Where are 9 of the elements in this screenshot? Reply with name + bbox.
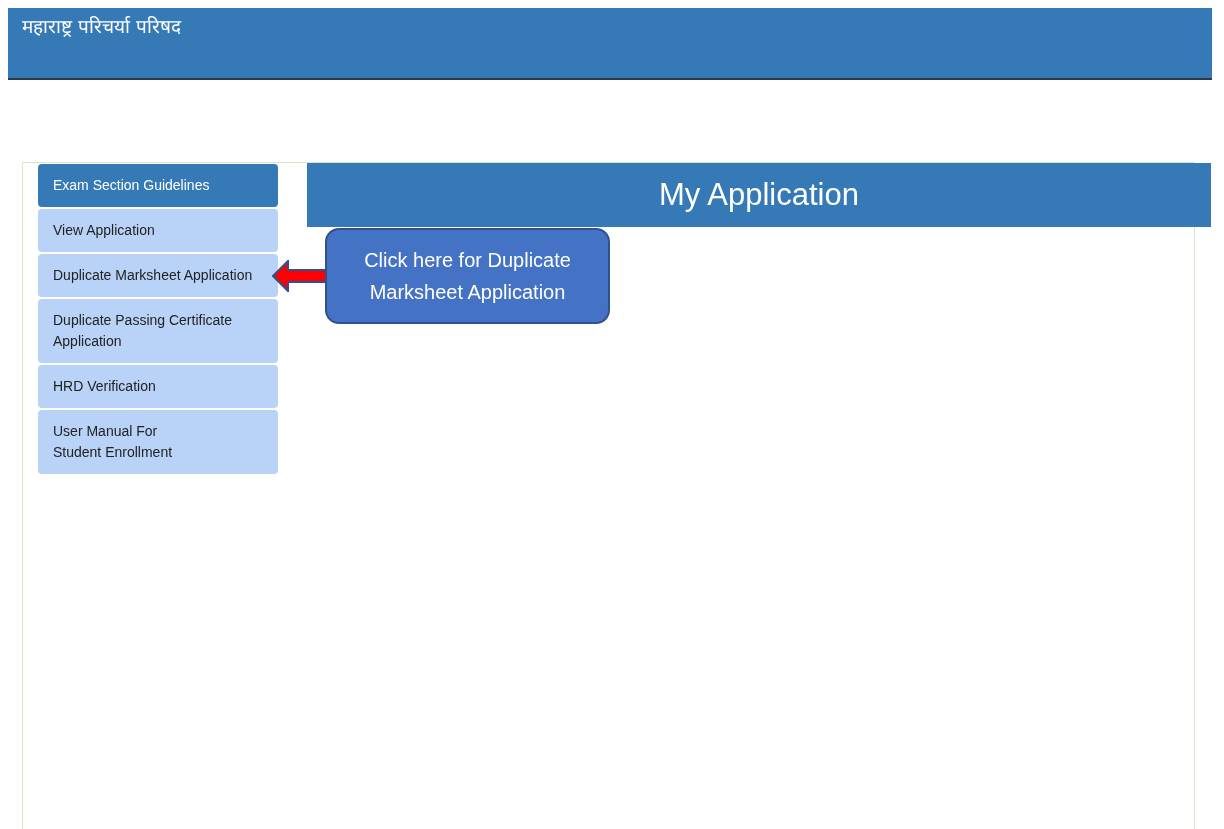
page-title: My Application xyxy=(307,163,1211,227)
sidebar-item[interactable]: User Manual For Student Enrollment xyxy=(38,410,278,474)
site-title: महाराष्ट्र परिचर्या परिषद xyxy=(22,15,182,37)
sidebar-item[interactable]: Duplicate Passing Certificate Application xyxy=(38,299,278,363)
callout-note: Click here for Duplicate Marksheet Application xyxy=(325,227,610,324)
sidebar-item[interactable]: Exam Section Guidelines xyxy=(38,164,278,207)
sidebar-item[interactable]: Duplicate Marksheet Application xyxy=(38,254,278,297)
sidebar-item[interactable]: HRD Verification xyxy=(38,365,278,408)
sidebar-item[interactable]: View Application xyxy=(38,209,278,252)
